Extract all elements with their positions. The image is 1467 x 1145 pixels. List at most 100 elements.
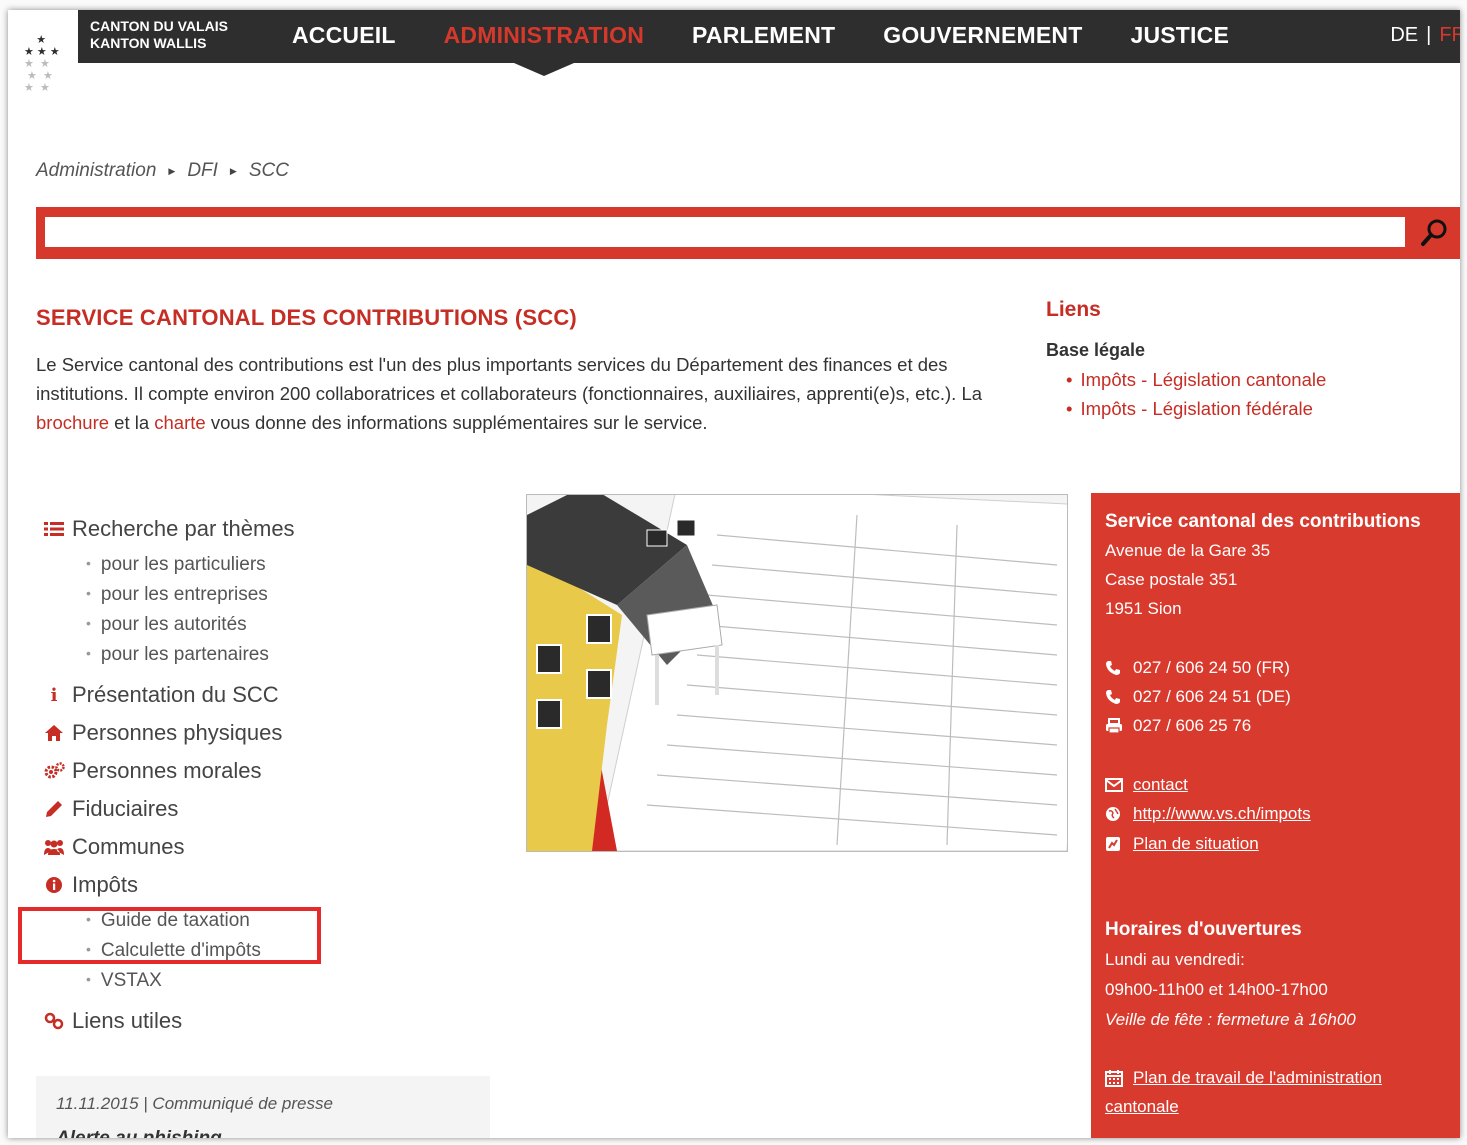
phone-fr-line: 027 / 606 24 50 (FR) bbox=[1105, 658, 1290, 678]
language-switcher: DE | FR bbox=[1390, 24, 1460, 47]
phone-icon bbox=[1105, 660, 1127, 676]
contact-email-link[interactable]: contact bbox=[1133, 775, 1188, 795]
phone-icon bbox=[1105, 689, 1127, 705]
nav-justice[interactable]: JUSTICE bbox=[1130, 20, 1229, 50]
menu-recherche-label: Recherche par thèmes bbox=[72, 516, 295, 541]
charte-link[interactable]: charte bbox=[154, 412, 205, 433]
fax-line: 027 / 606 25 76 bbox=[1105, 716, 1251, 736]
news-title[interactable]: Alerte au phishing bbox=[56, 1128, 222, 1138]
printer-icon bbox=[1105, 718, 1127, 734]
home-icon bbox=[42, 724, 66, 742]
hours-days: Lundi au vendredi: bbox=[1105, 950, 1245, 969]
pencil-icon bbox=[42, 800, 66, 818]
menu-communes[interactable]: Communes bbox=[42, 828, 462, 866]
menu-impots-label: Impôts bbox=[72, 872, 139, 897]
stars-emblem-icon: ★ ★ ★ ★ ★ ★ ★ ★ ★ ★ bbox=[24, 34, 60, 94]
link-legislation-cantonale[interactable]: Impôts - Législation cantonale bbox=[1066, 365, 1326, 394]
browser-page: ★ ★ ★ ★ ★ ★ ★ ★ ★ ★ CANTON DU VALAIS KAN… bbox=[8, 10, 1460, 1138]
address-line-2: Case postale 351 bbox=[1105, 570, 1238, 589]
globe-icon bbox=[1105, 806, 1127, 822]
address-line-3: 1951 Sion bbox=[1105, 599, 1182, 618]
logo-text[interactable]: CANTON DU VALAIS KANTON WALLIS bbox=[90, 18, 228, 52]
nav-administration[interactable]: ADMINISTRATION bbox=[444, 20, 644, 50]
submenu-vstax[interactable]: VSTAX bbox=[86, 966, 462, 996]
menu-fiduciaires-label: Fiduciaires bbox=[72, 796, 179, 821]
submenu-autorites[interactable]: pour les autorités bbox=[86, 610, 462, 640]
breadcrumb-scc: SCC bbox=[248, 160, 289, 181]
hours-title: Horaires d'ouvertures bbox=[1105, 919, 1302, 940]
address-line-1: Avenue de la Gare 35 bbox=[1105, 541, 1271, 560]
lang-fr[interactable]: FR bbox=[1439, 24, 1460, 46]
plan-situation-link[interactable]: Plan de situation bbox=[1133, 834, 1259, 854]
tax-form-image bbox=[527, 495, 1067, 851]
news-item[interactable]: 11.11.2015 | Communiqué de presse Alerte… bbox=[36, 1076, 490, 1138]
menu-liens-utiles[interactable]: Liens utiles bbox=[42, 1002, 462, 1040]
brochure-link[interactable]: brochure bbox=[36, 412, 109, 433]
intro-text-part-2: et la bbox=[114, 412, 150, 433]
users-icon bbox=[42, 838, 66, 856]
map-icon bbox=[1105, 836, 1127, 852]
search-bar bbox=[36, 207, 1460, 259]
breadcrumb-arrow-icon: ▶ bbox=[229, 165, 237, 176]
base-legale-heading: Base légale bbox=[1046, 340, 1146, 360]
logo-line-1: CANTON DU VALAIS bbox=[90, 18, 228, 34]
link-icon bbox=[42, 1012, 66, 1030]
nav-accueil[interactable]: ACCUEIL bbox=[292, 20, 396, 50]
contact-title: Service cantonal des contributions bbox=[1105, 511, 1421, 532]
canton-logo[interactable]: ★ ★ ★ ★ ★ ★ ★ ★ ★ ★ bbox=[8, 10, 78, 140]
menu-presentation[interactable]: i Présentation du SCC bbox=[42, 676, 462, 714]
menu-fiduciaires[interactable]: Fiduciaires bbox=[42, 790, 462, 828]
menu-morales-label: Personnes morales bbox=[72, 758, 262, 783]
plan-travail-link-line-1[interactable]: Plan de travail de l'administration bbox=[1133, 1068, 1382, 1088]
intro-text-part-3: vous donne des informations supplémentai… bbox=[210, 412, 708, 433]
menu-presentation-label: Présentation du SCC bbox=[72, 682, 279, 707]
info-icon: i bbox=[50, 684, 58, 706]
gears-icon bbox=[42, 762, 66, 780]
menu-liens-utiles-label: Liens utiles bbox=[72, 1008, 183, 1033]
menu-recherche-themes[interactable]: Recherche par thèmes bbox=[42, 510, 462, 548]
phone-de[interactable]: 027 / 606 24 51 (DE) bbox=[1133, 687, 1291, 707]
menu-communes-label: Communes bbox=[72, 834, 185, 859]
search-icon bbox=[1421, 219, 1447, 246]
website-link[interactable]: http://www.vs.ch/impots bbox=[1133, 804, 1311, 824]
recherche-sublist: pour les particuliers pour les entrepris… bbox=[42, 550, 462, 670]
fax-number: 027 / 606 25 76 bbox=[1133, 716, 1252, 735]
logo-line-2: KANTON WALLIS bbox=[90, 35, 207, 51]
search-input[interactable] bbox=[45, 217, 1405, 247]
email-line: contact bbox=[1105, 775, 1188, 795]
menu-impots[interactable]: Impôts bbox=[42, 866, 462, 904]
breadcrumb-administration[interactable]: Administration bbox=[36, 160, 156, 182]
submenu-partenaires[interactable]: pour les partenaires bbox=[86, 640, 462, 670]
lang-separator: | bbox=[1426, 24, 1432, 46]
tax-form-house-photo bbox=[526, 494, 1068, 852]
lang-de[interactable]: DE bbox=[1390, 24, 1418, 46]
page-title: SERVICE CANTONAL DES CONTRIBUTIONS (SCC) bbox=[36, 305, 577, 330]
liens-title: Liens bbox=[1046, 298, 1101, 321]
phone-fr[interactable]: 027 / 606 24 50 (FR) bbox=[1133, 658, 1290, 678]
search-button[interactable] bbox=[1414, 215, 1454, 251]
breadcrumb: Administration ▶ DFI ▶ SCC bbox=[36, 160, 289, 182]
envelope-icon bbox=[1105, 778, 1127, 792]
active-nav-indicator bbox=[514, 63, 574, 76]
nav-gouvernement[interactable]: GOUVERNEMENT bbox=[883, 20, 1082, 50]
annotation-highlight-box bbox=[18, 907, 321, 964]
liens-section: Liens Base légale Impôts - Législation c… bbox=[1046, 298, 1326, 423]
plan-travail-line-2: cantonale bbox=[1105, 1097, 1179, 1117]
link-legislation-federale[interactable]: Impôts - Législation fédérale bbox=[1066, 394, 1326, 423]
intro-paragraph: Le Service cantonal des contributions es… bbox=[36, 350, 996, 437]
map-line: Plan de situation bbox=[1105, 834, 1259, 854]
plan-travail-link-line-2[interactable]: cantonale bbox=[1105, 1097, 1179, 1117]
menu-personnes-morales[interactable]: Personnes morales bbox=[42, 752, 462, 790]
calendar-icon bbox=[1105, 1069, 1127, 1087]
nav-parlement[interactable]: PARLEMENT bbox=[692, 20, 835, 50]
breadcrumb-dfi[interactable]: DFI bbox=[187, 160, 218, 182]
list-icon bbox=[42, 521, 66, 537]
hours-time: 09h00-11h00 et 14h00-17h00 bbox=[1105, 980, 1328, 999]
intro-text-part-1: Le Service cantonal des contributions es… bbox=[36, 354, 983, 404]
menu-personnes-physiques[interactable]: Personnes physiques bbox=[42, 714, 462, 752]
info-circle-icon bbox=[42, 876, 66, 894]
submenu-entreprises[interactable]: pour les entreprises bbox=[86, 580, 462, 610]
phone-de-line: 027 / 606 24 51 (DE) bbox=[1105, 687, 1291, 707]
main-nav: ACCUEIL ADMINISTRATION PARLEMENT GOUVERN… bbox=[292, 20, 1277, 50]
submenu-particuliers[interactable]: pour les particuliers bbox=[86, 550, 462, 580]
